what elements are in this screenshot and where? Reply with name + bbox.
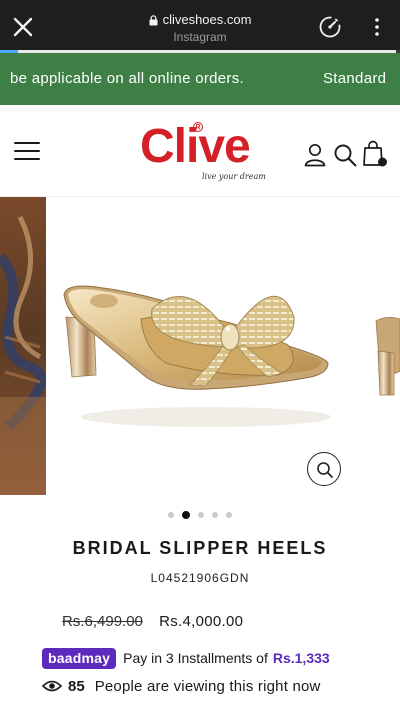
pagination-dot[interactable] (168, 512, 174, 518)
pagination-dot[interactable] (212, 512, 218, 518)
user-icon[interactable] (304, 143, 326, 167)
product-gallery[interactable] (0, 197, 400, 497)
source-app-label: Instagram (173, 30, 227, 44)
installment-text: Pay in 3 Installments of (123, 650, 268, 666)
site-header: Clive live your dream (0, 105, 400, 197)
speed-icon[interactable] (318, 15, 342, 39)
announcement-text-next: Standard (323, 70, 387, 87)
logo-registered-mark (193, 122, 203, 132)
pagination-dot[interactable] (198, 512, 204, 518)
zoom-icon (317, 462, 333, 478)
pagination-dot[interactable] (226, 512, 232, 518)
announcement-bar: be applicable on all online orders. Stan… (0, 53, 400, 105)
compare-at-price: Rs.6,499.00 (62, 613, 143, 630)
logo-tagline: live your dream (202, 172, 266, 181)
installment-amount: Rs.1,333 (272, 650, 330, 666)
browser-toolbar: cliveshoes.com Instagram (0, 0, 400, 52)
price-row: Rs.6,499.00 Rs.4,000.00 (62, 613, 243, 630)
url-text: cliveshoes.com (162, 12, 252, 27)
baadmay-logo: baadmay (42, 647, 117, 669)
pagination-dot[interactable] (182, 511, 190, 519)
menu-icon[interactable] (14, 141, 40, 161)
address-block[interactable]: cliveshoes.com Instagram (90, 12, 310, 45)
more-vertical-icon[interactable] (370, 16, 384, 38)
zoom-button[interactable] (307, 452, 341, 486)
cart-icon[interactable] (362, 140, 388, 168)
live-viewers: 85 People are viewing this right now (42, 676, 321, 696)
gallery-pagination (160, 509, 240, 521)
product-title: BRIDAL SLIPPER HEELS (72, 538, 328, 558)
next-slide-image[interactable] (366, 311, 400, 401)
close-icon[interactable] (10, 14, 36, 40)
announcement-text: be applicable on all online orders. (10, 70, 244, 87)
lock-icon (149, 14, 158, 25)
sale-price: Rs.4,000.00 (159, 613, 244, 630)
site-logo[interactable]: Clive live your dream (140, 119, 266, 185)
previous-slide-image[interactable] (0, 197, 46, 495)
installment-offer[interactable]: baadmay Pay in 3 Installments of Rs.1,33… (42, 646, 330, 670)
viewer-count: 85 (68, 677, 85, 695)
viewer-text: People are viewing this right now (94, 677, 321, 695)
eye-icon (42, 680, 62, 692)
product-sku: L04521906GDN (150, 571, 250, 585)
product-image-slipper[interactable] (56, 257, 346, 432)
search-icon[interactable] (333, 143, 357, 167)
